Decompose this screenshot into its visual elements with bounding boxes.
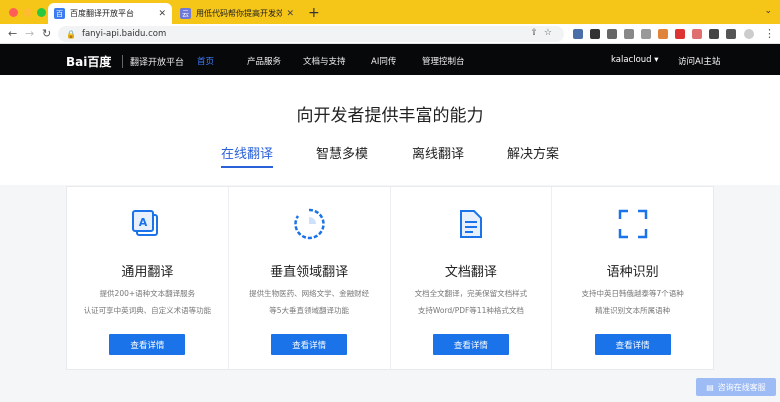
brand-title: 翻译开放平台 xyxy=(122,55,184,68)
card-title: 通用翻译 xyxy=(121,265,174,280)
browser-tab-2[interactable]: 云 用低代码帮你提高开发效率 - 千… ✕ xyxy=(174,3,300,24)
ai-home-link[interactable]: 访问AI主站 xyxy=(678,55,720,67)
card-description: 提供200+语种文本翻译服务 xyxy=(99,289,196,298)
hero-section xyxy=(0,75,780,185)
nav-home[interactable]: 首页 xyxy=(197,55,214,67)
close-tab-icon[interactable]: ✕ xyxy=(286,9,294,19)
profile-avatar[interactable] xyxy=(744,29,754,39)
view-details-button[interactable]: 查看详情 xyxy=(271,334,348,355)
extension-icon[interactable] xyxy=(658,29,668,39)
tab-search-chevron-icon[interactable]: ⌄ xyxy=(764,6,772,16)
baidu-logo[interactable]: Bai百度 xyxy=(66,53,111,70)
view-details-button[interactable]: 查看详情 xyxy=(594,334,671,355)
extension-icon[interactable] xyxy=(675,29,685,39)
tab-smart-multimodal[interactable]: 智慧多模 xyxy=(316,143,368,162)
card-description: 提供生物医药、网络文学、金融财经 xyxy=(249,289,370,298)
extension-icon[interactable] xyxy=(573,29,583,39)
back-arrow-icon[interactable]: ← xyxy=(8,27,17,40)
site-header: Bai百度 翻译开放平台 首页 产品服务 文档与支持 AI同传 管理控制台 ka… xyxy=(0,44,780,75)
extension-icon[interactable] xyxy=(641,29,651,39)
url-text: fanyi-api.baidu.com xyxy=(81,29,167,39)
menu-kebab-icon[interactable]: ⋮ xyxy=(764,27,775,40)
card-title: 垂直领域翻译 xyxy=(270,265,349,280)
user-menu[interactable]: kalacloud ▾ xyxy=(611,55,659,65)
card-general-translate: A 通用翻译 提供200+语种文本翻译服务 认证可享中英词典、自定义术语等功能 … xyxy=(67,187,229,369)
svg-text:A: A xyxy=(139,216,148,229)
card-description: 精准识别文本所属语种 xyxy=(595,306,671,315)
extension-icon[interactable] xyxy=(709,29,719,39)
close-window-button[interactable] xyxy=(9,8,18,17)
browser-tab-strip: 百 百度翻译开放平台 ✕ 云 用低代码帮你提高开发效率 - 千… ✕ + ⌄ xyxy=(0,0,780,24)
extensions-puzzle-icon[interactable] xyxy=(726,29,736,39)
tab-title: 用低代码帮你提高开发效率 - 千… xyxy=(196,9,283,18)
browser-tab-1[interactable]: 百 百度翻译开放平台 ✕ xyxy=(48,3,172,24)
tab-online-translate[interactable]: 在线翻译 xyxy=(221,143,273,162)
feature-cards: A 通用翻译 提供200+语种文本翻译服务 认证可享中英词典、自定义术语等功能 … xyxy=(66,186,714,370)
tab-favicon-icon: 云 xyxy=(180,8,191,19)
browser-toolbar: ← → ↻ 🔒 fanyi-api.baidu.com ⇪☆ ⋮ xyxy=(0,24,780,44)
card-document-translate: 文档翻译 文档全文翻译，完美保留文档样式 支持Word/PDF等11种格式文档 … xyxy=(391,187,553,369)
online-support-button[interactable]: ▤ 咨询在线客服 xyxy=(696,378,776,396)
active-tab-indicator xyxy=(221,166,273,168)
card-description: 认证可享中英词典、自定义术语等功能 xyxy=(83,306,212,315)
extension-icon[interactable] xyxy=(590,29,600,39)
chat-icon: ▤ xyxy=(706,382,714,392)
view-details-button[interactable]: 查看详情 xyxy=(109,334,186,355)
document-icon xyxy=(459,210,482,238)
forward-arrow-icon[interactable]: → xyxy=(25,27,34,40)
close-tab-icon[interactable]: ✕ xyxy=(158,9,166,19)
bookmark-star-icon[interactable]: ⇪☆ xyxy=(530,28,558,38)
lock-icon: 🔒 xyxy=(66,29,76,39)
domain-circle-icon xyxy=(294,208,325,240)
online-support-label: 咨询在线客服 xyxy=(717,382,766,392)
text-translate-icon: A xyxy=(132,210,159,236)
scan-frame-icon xyxy=(618,209,647,239)
nav-console[interactable]: 管理控制台 xyxy=(422,55,465,67)
card-description: 支持中英日韩俄越泰等7个语种 xyxy=(581,289,684,298)
tab-solutions[interactable]: 解决方案 xyxy=(507,143,559,162)
card-title: 文档翻译 xyxy=(444,265,497,280)
reload-icon[interactable]: ↻ xyxy=(42,27,51,40)
nav-products[interactable]: 产品服务 xyxy=(247,55,281,67)
nav-docs[interactable]: 文档与支持 xyxy=(303,55,346,67)
tab-offline-translate[interactable]: 离线翻译 xyxy=(412,143,464,162)
minimize-window-button[interactable] xyxy=(23,8,32,17)
card-domain-translate: 垂直领域翻译 提供生物医药、网络文学、金融财经 等5大垂直领域翻译功能 查看详情 xyxy=(229,187,391,369)
card-language-detect: 语种识别 支持中英日韩俄越泰等7个语种 精准识别文本所属语种 查看详情 xyxy=(552,187,713,369)
tab-title: 百度翻译开放平台 xyxy=(70,9,134,18)
extension-icon[interactable] xyxy=(692,29,702,39)
card-title: 语种识别 xyxy=(606,265,659,280)
card-description: 支持Word/PDF等11种格式文档 xyxy=(417,306,524,315)
page-heading: 向开发者提供丰富的能力 xyxy=(296,106,484,126)
address-bar[interactable]: 🔒 fanyi-api.baidu.com ⇪☆ xyxy=(58,26,564,42)
nav-ai-interpret[interactable]: AI同传 xyxy=(371,55,396,67)
card-description: 文档全文翻译，完美保留文档样式 xyxy=(414,289,528,298)
extension-icon[interactable] xyxy=(624,29,634,39)
maximize-window-button[interactable] xyxy=(37,8,46,17)
view-details-button[interactable]: 查看详情 xyxy=(432,334,509,355)
tab-favicon-icon: 百 xyxy=(54,8,65,19)
extension-icon[interactable] xyxy=(607,29,617,39)
new-tab-button[interactable]: + xyxy=(308,5,320,21)
card-description: 等5大垂直领域翻译功能 xyxy=(269,306,350,315)
